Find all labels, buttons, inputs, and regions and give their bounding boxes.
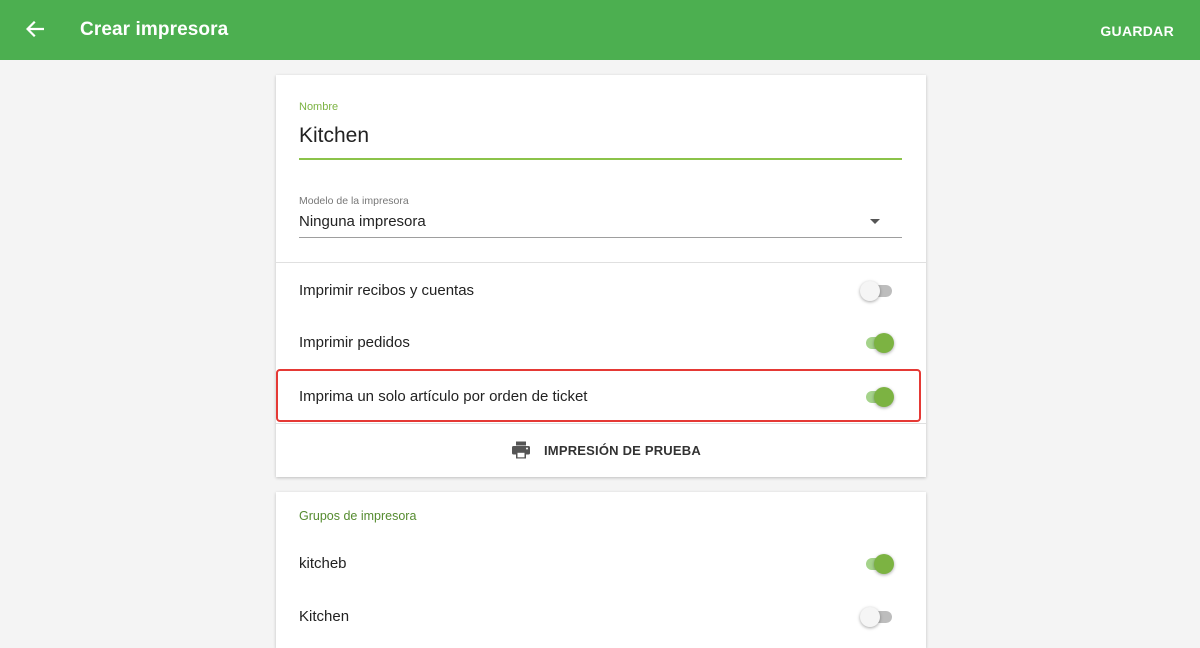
print-orders-label: Imprimir pedidos (299, 334, 410, 351)
dropdown-arrow-icon[interactable] (870, 219, 880, 224)
single-item-per-ticket-toggle[interactable] (866, 386, 894, 408)
print-receipts-label: Imprimir recibos y cuentas (299, 282, 475, 299)
toggle-thumb (860, 281, 880, 301)
test-print-button[interactable]: IMPRESIÓN DE PRUEBA (276, 423, 926, 477)
print-receipts-toggle[interactable] (860, 280, 894, 302)
printer-model-underline (299, 237, 902, 238)
toggle-thumb (874, 554, 894, 574)
back-button[interactable] (26, 15, 52, 45)
printer-icon (512, 441, 530, 459)
divider (276, 262, 926, 263)
app-bar: Crear impresora GUARDAR (0, 0, 1200, 60)
save-button[interactable]: GUARDAR (1100, 23, 1174, 39)
name-field-label: Nombre (299, 101, 339, 113)
toggle-thumb (860, 607, 880, 627)
group-kitchen-toggle[interactable] (860, 606, 894, 628)
group-kitcheb-toggle[interactable] (866, 553, 894, 575)
printer-model-label: Modelo de la impresora (299, 195, 409, 207)
arrow-left-icon (26, 21, 44, 37)
group-item-label: kitcheb (299, 555, 347, 572)
page-title: Crear impresora (80, 19, 229, 40)
test-print-label: IMPRESIÓN DE PRUEBA (544, 443, 701, 458)
name-input[interactable]: Kitchen (299, 124, 369, 148)
print-orders-toggle[interactable] (866, 332, 894, 354)
toggle-thumb (874, 387, 894, 407)
printer-groups-title: Grupos de impresora (299, 509, 417, 523)
printer-groups-card: Grupos de impresora kitcheb Kitchen (276, 492, 926, 648)
single-item-per-ticket-label: Imprima un solo artículo por orden de ti… (299, 388, 588, 405)
name-input-underline (299, 158, 902, 160)
group-item-label: Kitchen (299, 608, 350, 625)
toggle-thumb (874, 333, 894, 353)
printer-settings-card: Nombre Kitchen Modelo de la impresora Ni… (276, 75, 926, 477)
printer-model-select[interactable]: Ninguna impresora (299, 213, 426, 230)
